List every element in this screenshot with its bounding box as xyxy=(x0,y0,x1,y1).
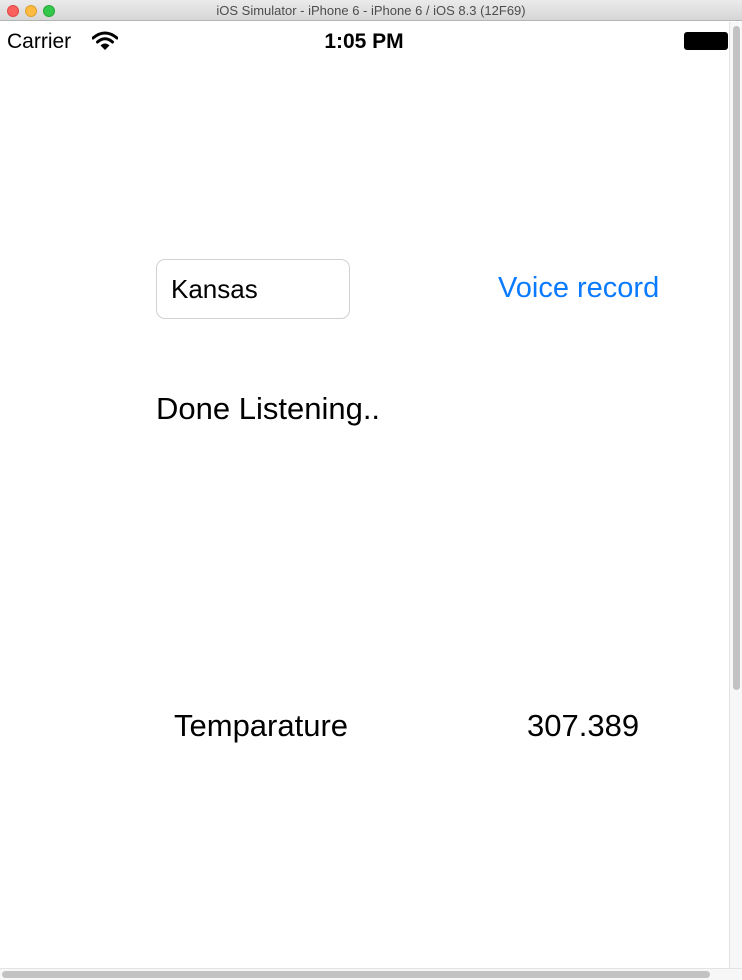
window-title: iOS Simulator - iPhone 6 - iPhone 6 / iO… xyxy=(216,3,526,18)
temperature-label: Temparature xyxy=(174,708,349,743)
status-bar: Carrier 1:05 PM xyxy=(0,22,728,62)
battery-icon xyxy=(684,32,728,50)
window-title-bar: iOS Simulator - iPhone 6 - iPhone 6 / iO… xyxy=(0,0,742,21)
simulator-screen: Carrier 1:05 PM Voice record Done Listen… xyxy=(0,22,728,968)
city-input[interactable] xyxy=(156,259,350,319)
temperature-value: 307.389 xyxy=(527,708,640,743)
status-time: 1:05 PM xyxy=(324,30,404,53)
vertical-scrollbar-thumb[interactable] xyxy=(733,26,740,690)
voice-record-button[interactable]: Voice record xyxy=(498,272,659,305)
listening-status-label: Done Listening.. xyxy=(156,391,381,426)
horizontal-scrollbar-thumb[interactable] xyxy=(2,971,710,978)
